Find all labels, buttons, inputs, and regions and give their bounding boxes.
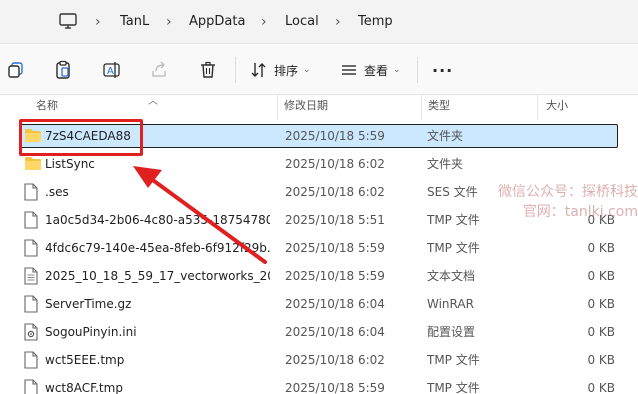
watermark-line1: 微信公众号：探桥科技 xyxy=(498,184,638,200)
watermark: 微信公众号：探桥科技 官网：tanlkj.com xyxy=(477,182,638,222)
watermark-line2: 官网：tanlkj.com xyxy=(522,204,638,220)
